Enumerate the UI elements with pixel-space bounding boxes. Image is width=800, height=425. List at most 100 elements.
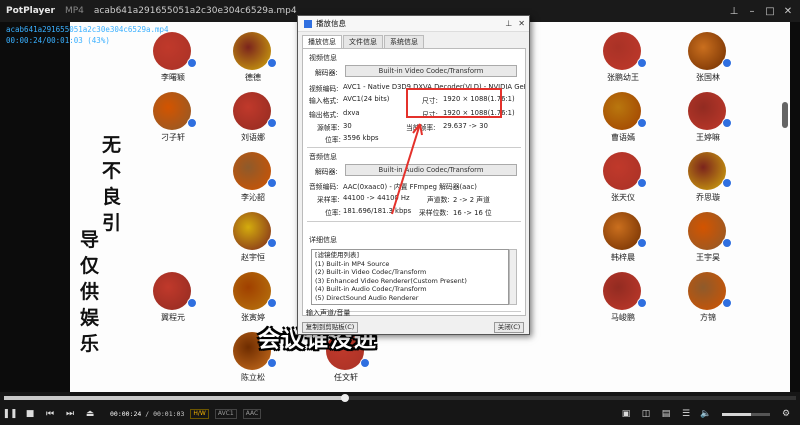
filter-list[interactable]: [滤镜使用列表] (1) Built-in MP4 Source (2) Built… xyxy=(311,249,509,305)
dialog-close-icon[interactable]: ✕ xyxy=(518,19,525,28)
avatar xyxy=(688,152,726,190)
stop-icon[interactable]: ■ xyxy=(20,404,40,424)
avatar-name: 王宇昊 xyxy=(696,253,720,262)
dialog-pin-icon[interactable]: ⊥ xyxy=(505,19,512,28)
previous-icon[interactable]: ⏮ xyxy=(40,404,60,424)
avatar xyxy=(233,272,271,310)
avatar-cell: 乔思璇 xyxy=(680,150,740,208)
dialog-close-button[interactable]: 关闭(C) xyxy=(494,322,524,333)
source-fps-label: 源帧率: xyxy=(317,124,340,132)
audio-decoder-label: 解码器: xyxy=(315,168,338,176)
dialog-tabs: 播放信息 文件信息 系统信息 xyxy=(302,35,529,48)
filter-list-scrollbar[interactable] xyxy=(509,249,517,305)
disclaimer-char: 良 xyxy=(102,186,122,208)
filter-list-item: (3) Enhanced Video Renderer(Custom Prese… xyxy=(315,276,467,285)
detail-section-title: 详细信息 xyxy=(309,236,337,244)
avatar-name: 张天仪 xyxy=(611,193,635,202)
audio-codec-label: 音频编码: xyxy=(309,183,339,191)
avatar xyxy=(688,32,726,70)
video-codec-tag[interactable]: AVC1 xyxy=(214,409,237,419)
audio-decoder-button[interactable]: Built-in Audio Codec/Transform xyxy=(345,164,517,176)
osd-time: 00:00:24/00:01:03 (43%) xyxy=(6,36,110,45)
avatar-name: 方锦 xyxy=(700,313,716,322)
hw-tag[interactable]: H/W xyxy=(190,409,209,419)
avatar-cell: 刁子轩 xyxy=(145,90,205,148)
avatar-name: 乔思璇 xyxy=(696,193,720,202)
capture-icon[interactable]: ◫ xyxy=(636,404,656,424)
app-name[interactable]: PotPlayer xyxy=(6,6,55,16)
avatar-name: 翼程元 xyxy=(161,313,185,322)
tab-system-info[interactable]: 系统信息 xyxy=(384,35,424,48)
verified-badge-icon xyxy=(637,298,647,308)
avatar-name: 赵宇恒 xyxy=(241,253,265,262)
avatar-name: 韩梓晨 xyxy=(611,253,635,262)
avatar-name: 陈立松 xyxy=(241,373,265,382)
osd-info: acab641a291655051a2c30e304c6529a.mp4 00:… xyxy=(6,24,169,46)
next-icon[interactable]: ⏭ xyxy=(60,404,80,424)
speaker-icon[interactable]: 🔈 xyxy=(696,404,716,424)
vr-icon[interactable]: ▣ xyxy=(616,404,636,424)
copy-clipboard-button[interactable]: 复制到剪贴板(C) xyxy=(302,322,358,333)
avatar-cell: 王婷嘛 xyxy=(680,90,740,148)
seek-bar[interactable] xyxy=(4,394,796,402)
playlist-icon[interactable]: ☰ xyxy=(676,404,696,424)
seek-knob[interactable] xyxy=(340,394,349,402)
video-decoder-label: 解码器: xyxy=(315,69,338,77)
dialog-title: 播放信息 xyxy=(316,19,346,28)
avatar-cell: 刘语娜 xyxy=(225,90,285,148)
avatar xyxy=(233,152,271,190)
avatar-cell: 赵宇恒 xyxy=(225,210,285,268)
eject-icon[interactable]: ⏏ xyxy=(80,404,100,424)
subtitle-icon[interactable]: ▤ xyxy=(656,404,676,424)
avatar xyxy=(603,272,641,310)
video-bitrate-label: 位率: xyxy=(325,136,341,144)
samplerate-label: 采样率: xyxy=(317,196,340,204)
verified-badge-icon xyxy=(267,118,277,128)
video-decoder-button[interactable]: Built-in Video Codec/Transform xyxy=(345,65,517,77)
current-time: 00:00:24 xyxy=(110,410,142,418)
tab-playback-info[interactable]: 播放信息 xyxy=(302,35,342,48)
file-name: acab641a291655051a2c30e304c6529a.mp4 xyxy=(93,6,297,16)
avatar xyxy=(603,152,641,190)
avatar-cell: 马峻鹏 xyxy=(595,270,655,328)
verified-badge-icon xyxy=(187,58,197,68)
letterbox-left xyxy=(0,22,70,392)
current-fps-value: 29.637 -> 30 xyxy=(443,122,488,130)
pause-icon[interactable]: ❚❚ xyxy=(0,404,20,424)
audio-codec-tag[interactable]: AAC xyxy=(242,409,262,419)
minimize-button[interactable]: – xyxy=(744,3,760,19)
verified-badge-icon xyxy=(360,358,370,368)
osd-filename: acab641a291655051a2c30e304c6529a.mp4 xyxy=(6,25,169,34)
verified-badge-icon xyxy=(637,238,647,248)
close-button[interactable]: ✕ xyxy=(780,3,796,19)
avatar-cell: 方锦 xyxy=(680,270,740,328)
avatar xyxy=(233,32,271,70)
input-format-label: 输入格式: xyxy=(309,97,339,105)
player-control-bar: ❚❚ ■ ⏮ ⏭ ⏏ 00:00:24 / 00:01:03 H/W AVC1 … xyxy=(0,392,800,425)
disclaimer-char: 乐 xyxy=(80,333,100,355)
total-time: 00:01:03 xyxy=(153,410,185,418)
verified-badge-icon xyxy=(637,58,647,68)
avatar xyxy=(603,32,641,70)
avatar xyxy=(153,92,191,130)
maximize-button[interactable]: □ xyxy=(762,3,778,19)
avatar-cell: 德德 xyxy=(225,30,285,88)
dialog-app-icon xyxy=(304,19,312,28)
tab-file-info[interactable]: 文件信息 xyxy=(343,35,383,48)
verified-badge-icon xyxy=(267,58,277,68)
volume-slider[interactable] xyxy=(722,412,770,416)
disclaimer-char: 引 xyxy=(102,212,122,234)
verified-badge-icon xyxy=(267,298,277,308)
avatar xyxy=(153,272,191,310)
verified-badge-icon xyxy=(722,178,732,188)
dialog-titlebar[interactable]: 播放信息 ⊥ ✕ xyxy=(298,16,529,32)
avatar-name: 马峻鹏 xyxy=(611,313,635,322)
video-codec-label: 视频编码: xyxy=(309,85,339,93)
disclaimer-char: 仅 xyxy=(80,255,100,277)
pin-icon[interactable]: ⊥ xyxy=(726,3,742,19)
avatar-cell: 张天仪 xyxy=(595,150,655,208)
channels-label: 声道数: xyxy=(427,196,450,204)
settings-icon[interactable]: ⚙ xyxy=(776,404,796,424)
avatar-name: 张鹏幼王 xyxy=(607,73,639,82)
highlight-box xyxy=(406,88,502,118)
